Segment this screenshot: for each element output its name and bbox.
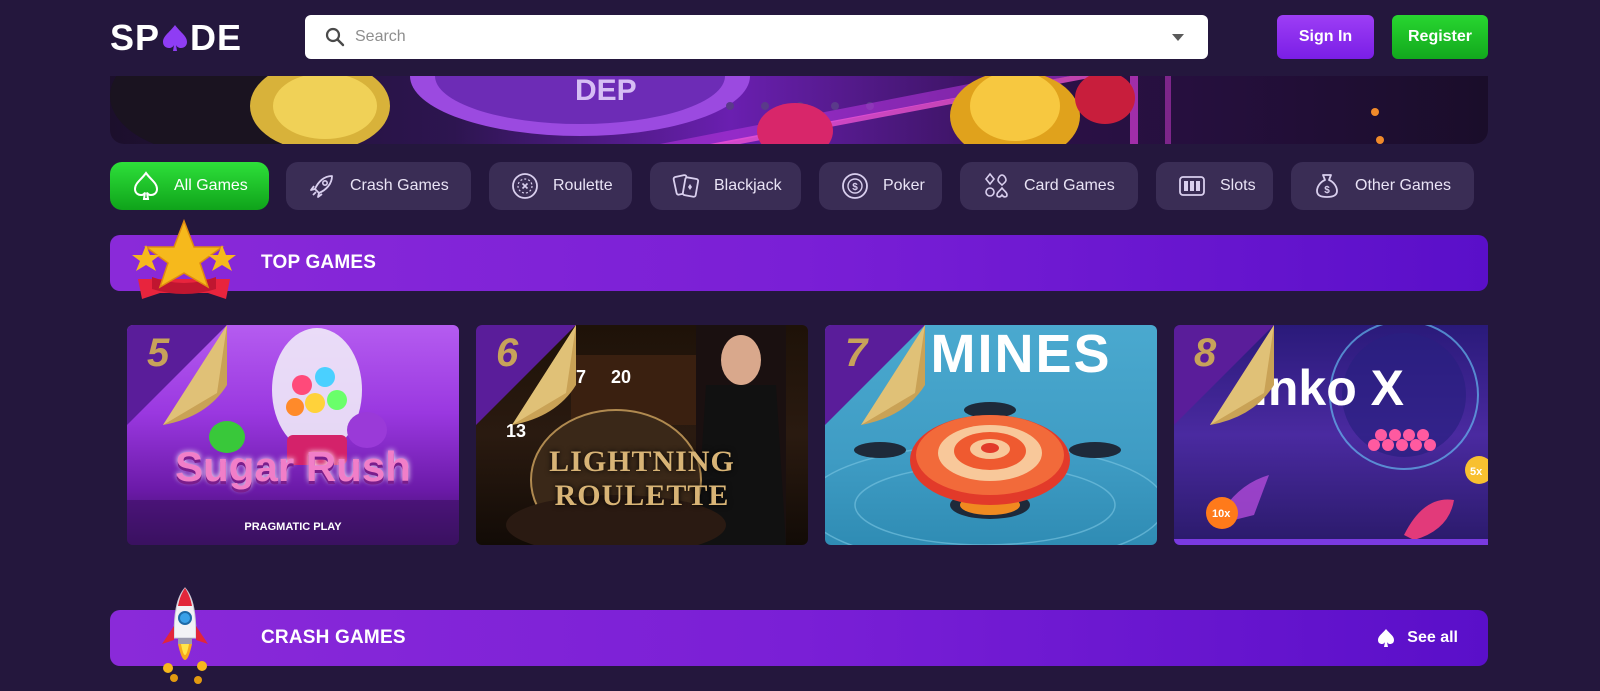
banner-artwork: DEP [110, 76, 1384, 144]
page-curl-corner [127, 325, 227, 425]
page-curl-corner [825, 325, 925, 425]
game-title: Sugar Rush [175, 443, 411, 490]
stars-ribbon-icon [132, 219, 236, 299]
section-title: TOP GAMES [261, 252, 377, 273]
search-icon [325, 27, 345, 47]
page-curl-corner [476, 325, 576, 425]
game-rank: 8 [1194, 331, 1217, 375]
top-games-header: TOP GAMES [110, 219, 1488, 299]
svg-text:$: $ [852, 182, 858, 193]
game-title: LIGHTNING ROULETTE [549, 445, 735, 512]
spade-icon [130, 170, 162, 202]
tab-label: Poker [883, 177, 925, 194]
tab-all-games[interactable]: All Games [110, 162, 269, 210]
top-games-row: Sugar Rush PRAGMATIC PLAY 5 7 20 26 13 L… [127, 325, 1488, 546]
sign-in-button[interactable]: Sign In [1277, 15, 1374, 59]
game-title: MINES [930, 325, 1112, 384]
tab-poker[interactable]: $ Poker [819, 162, 942, 210]
tab-label: Crash Games [350, 177, 449, 194]
svg-text:10x: 10x [1212, 508, 1231, 520]
svg-text:$: $ [1324, 185, 1330, 196]
tab-other-games[interactable]: $ Other Games [1291, 162, 1474, 210]
promo-banner[interactable]: DEP [110, 76, 1488, 144]
tab-card-games[interactable]: Card Games [960, 162, 1138, 210]
roulette-icon [509, 170, 541, 202]
logo-text-right: DE [190, 17, 243, 58]
section-title: CRASH GAMES [261, 627, 406, 648]
rocket-icon [162, 587, 208, 684]
register-button[interactable]: Register [1392, 15, 1488, 59]
card-suits-icon [980, 170, 1012, 202]
money-bag-icon: $ [1311, 170, 1343, 202]
game-rank: 7 [845, 331, 868, 375]
tab-label: Blackjack [714, 177, 782, 194]
tab-crash-games[interactable]: Crash Games [286, 162, 471, 210]
game-title-text: inko X [1254, 360, 1405, 416]
svg-text:7: 7 [576, 367, 586, 387]
page-curl-corner [1174, 325, 1274, 425]
tab-roulette[interactable]: Roulette [489, 162, 632, 210]
search-bar[interactable] [305, 15, 1208, 59]
game-card[interactable]: 10x 5x inko X 8 [1174, 325, 1488, 545]
game-provider: PRAGMATIC PLAY [244, 521, 342, 533]
game-rank: 5 [147, 331, 170, 375]
tab-label: Other Games [1355, 177, 1452, 194]
slot-machine-icon [1176, 170, 1208, 202]
logo-text-left: SP [110, 17, 161, 58]
search-input[interactable] [355, 17, 1172, 57]
chevron-down-icon[interactable] [1172, 33, 1184, 41]
crash-games-header: CRASH GAMES See all [110, 587, 1488, 684]
tab-slots[interactable]: Slots [1156, 162, 1273, 210]
game-card[interactable]: Sugar Rush PRAGMATIC PLAY 5 [127, 325, 459, 545]
see-all-link[interactable]: See all [1375, 610, 1458, 666]
svg-text:20: 20 [611, 367, 631, 387]
game-card[interactable]: MINES 7 [825, 325, 1157, 545]
tab-label: Roulette [553, 177, 613, 194]
top-header: SP DE Sign In Register [0, 0, 1600, 76]
tab-blackjack[interactable]: Blackjack [650, 162, 801, 210]
game-rank: 6 [496, 331, 519, 375]
see-all-label: See all [1407, 629, 1458, 646]
poker-chip-icon: $ [839, 170, 871, 202]
tab-label: Slots [1220, 177, 1256, 194]
spade-logo[interactable]: SP DE [110, 17, 243, 58]
game-card[interactable]: 7 20 26 13 LIGHTNING ROULETTE 6 [476, 325, 808, 545]
game-title: inko X [1254, 359, 1488, 417]
svg-text:DEP: DEP [575, 76, 637, 107]
svg-text:5x: 5x [1470, 466, 1483, 478]
cards-icon [670, 170, 702, 202]
tab-label: All Games [174, 177, 248, 194]
spade-icon [1378, 629, 1395, 647]
rocket-icon [306, 170, 338, 202]
tab-label: Card Games [1024, 177, 1115, 194]
spade-logo-icon [163, 25, 188, 51]
